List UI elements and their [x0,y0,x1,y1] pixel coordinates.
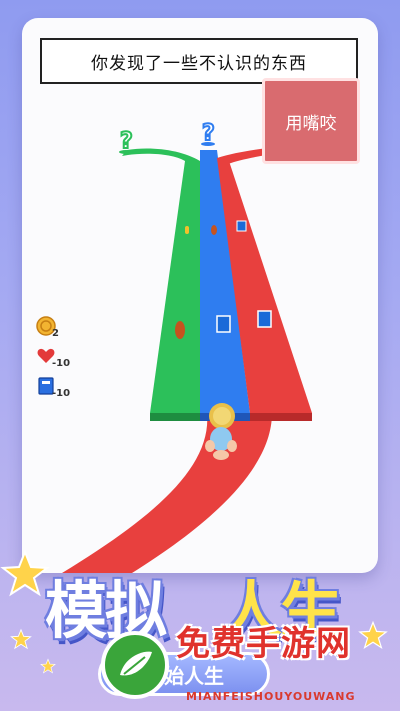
star-icon [40,658,56,674]
watermark-logo-icon [101,631,169,699]
watermark-subtitle: MIANFEISHOUYOUWANG [186,690,356,703]
choice-marker-blue: ? [201,120,216,147]
book-item [236,220,247,232]
stat-book-value: -10 [52,388,71,399]
lane-green [150,161,200,413]
game-card: 你发现了一些不认识的东西 ? ? 用嘴咬 [22,18,378,573]
stat-coin-value: 2 [52,328,59,339]
action-button-label: 用嘴咬 [285,113,337,134]
book-item [257,310,272,328]
stat-heart-value: -10 [52,358,71,369]
coin-item [185,226,189,234]
action-button[interactable]: 用嘴咬 [262,78,360,164]
food-item [211,225,217,235]
watermark-title: 免费手游网 [176,624,351,664]
lane-green-curve [122,148,200,161]
food-item [175,321,185,339]
main-road [62,413,272,573]
choice-marker-green: ? [119,128,134,155]
book-item [216,315,231,333]
